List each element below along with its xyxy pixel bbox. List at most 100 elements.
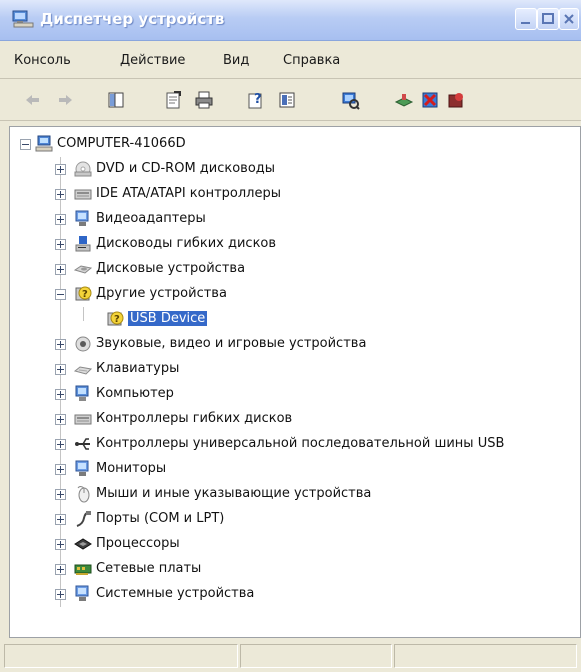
menu-separator [0,78,581,79]
menu-bar: Консоль Действие Вид Справка [0,42,581,78]
tree-label: Контроллеры гибких дисков [96,411,293,426]
expand-toggle[interactable] [55,389,66,400]
collapse-toggle[interactable] [20,139,31,150]
tree-label-root: COMPUTER-41066D [57,136,186,151]
tree-label-selected: USB Device [128,311,208,326]
dvd-drive-icon [74,160,92,178]
expand-toggle[interactable] [55,164,66,175]
unknown-device-icon: ? [106,310,124,328]
tree-label: Дисковые устройства [96,261,246,276]
window-title: Диспетчер устройств [40,10,225,28]
floppy-controller-icon [74,410,92,428]
tree-label: Мыши и иные указывающие устройства [96,486,372,501]
unknown-device-icon: ? [74,285,92,303]
tree-row-video[interactable]: Видеоадаптеры [10,208,580,230]
title-bar[interactable]: Диспетчер устройств [0,0,581,41]
close-button[interactable] [559,8,579,30]
tree-row-usb-device[interactable]: ? USB Device [10,308,580,330]
expand-toggle[interactable] [55,414,66,425]
status-section [240,644,392,668]
device-manager-window: Диспетчер устройств Консоль Действие Вид… [0,0,581,672]
port-icon [74,510,92,528]
tree-row-sound[interactable]: Звуковые, видео и игровые устройства [10,333,580,355]
tree-row-floppy-controllers[interactable]: Контроллеры гибких дисков [10,408,580,430]
computer-icon [74,385,92,403]
tree-label: Системные устройства [96,586,255,601]
status-section [4,644,238,668]
device-tree[interactable]: COMPUTER-41066D DVD и CD-ROM дисководы I… [9,126,581,638]
tree-row-mice[interactable]: Мыши и иные указывающие устройства [10,483,580,505]
status-bar [0,640,581,672]
expand-toggle[interactable] [55,264,66,275]
collapse-toggle[interactable] [55,289,66,300]
disk-drive-icon [74,260,92,278]
tree-row-system[interactable]: Системные устройства [10,583,580,605]
expand-toggle[interactable] [55,489,66,500]
expand-toggle[interactable] [55,214,66,225]
monitor-icon [74,460,92,478]
usb-icon [74,435,92,453]
network-card-icon [74,560,92,578]
uninstall-icon[interactable] [420,90,440,110]
menu-action[interactable]: Действие [120,53,185,68]
expand-toggle[interactable] [55,564,66,575]
tree-row-floppy[interactable]: Дисководы гибких дисков [10,233,580,255]
tree-label: Видеоадаптеры [96,211,206,226]
tree-row-other-devices[interactable]: ? Другие устройства [10,283,580,305]
console-tree-icon[interactable] [106,90,126,110]
tree-label: Другие устройства [96,286,227,301]
expand-toggle[interactable] [55,239,66,250]
svg-text:?: ? [254,92,262,107]
tree-label: Клавиатуры [96,361,180,376]
tree-row-monitors[interactable]: Мониторы [10,458,580,480]
expand-toggle[interactable] [55,514,66,525]
toolbar: ? [0,80,581,120]
tree-row-root[interactable]: COMPUTER-41066D [10,133,580,155]
computer-icon [35,135,53,153]
menu-view[interactable]: Вид [223,53,249,68]
tree-label: Дисководы гибких дисков [96,236,277,251]
expand-toggle[interactable] [55,589,66,600]
view-icon[interactable] [277,90,297,110]
expand-toggle[interactable] [55,539,66,550]
processor-icon [74,535,92,553]
menu-console[interactable]: Консоль [14,53,71,68]
expand-toggle[interactable] [55,189,66,200]
tree-row-keyboards[interactable]: Клавиатуры [10,358,580,380]
video-adapter-icon [74,210,92,228]
keyboard-icon [74,360,92,378]
tree-row-ide[interactable]: IDE ATA/ATAPI контроллеры [10,183,580,205]
expand-toggle[interactable] [55,364,66,375]
properties-icon[interactable] [163,90,183,110]
minimize-button[interactable] [515,8,537,30]
print-icon[interactable] [194,90,214,110]
tree-label: Порты (COM и LPT) [96,511,225,526]
tree-row-computer[interactable]: Компьютер [10,383,580,405]
tree-row-network[interactable]: Сетевые платы [10,558,580,580]
svg-text:?: ? [114,314,120,325]
expand-toggle[interactable] [55,339,66,350]
menu-help[interactable]: Справка [283,53,340,68]
device-manager-app-icon [12,10,34,28]
disable-icon[interactable] [446,90,466,110]
tree-row-ports[interactable]: Порты (COM и LPT) [10,508,580,530]
update-driver-icon[interactable] [394,90,414,110]
scan-hardware-icon[interactable] [340,90,360,110]
tree-label: Сетевые платы [96,561,202,576]
tree-label: Звуковые, видео и игровые устройства [96,336,367,351]
tree-label: IDE ATA/ATAPI контроллеры [96,186,282,201]
tree-row-dvd[interactable]: DVD и CD-ROM дисководы [10,158,580,180]
tree-label: DVD и CD-ROM дисководы [96,161,276,176]
expand-toggle[interactable] [55,439,66,450]
tree-row-disks[interactable]: Дисковые устройства [10,258,580,280]
expand-toggle[interactable] [55,464,66,475]
tree-row-usb-controllers[interactable]: Контроллеры универсальной последовательн… [10,433,580,455]
svg-text:?: ? [82,289,88,300]
tree-row-processors[interactable]: Процессоры [10,533,580,555]
back-arrow-icon[interactable] [22,90,42,110]
mouse-icon [74,485,92,503]
maximize-button[interactable] [537,8,559,30]
forward-arrow-icon[interactable] [56,90,76,110]
floppy-drive-icon [74,235,92,253]
help-icon[interactable]: ? [246,90,266,110]
